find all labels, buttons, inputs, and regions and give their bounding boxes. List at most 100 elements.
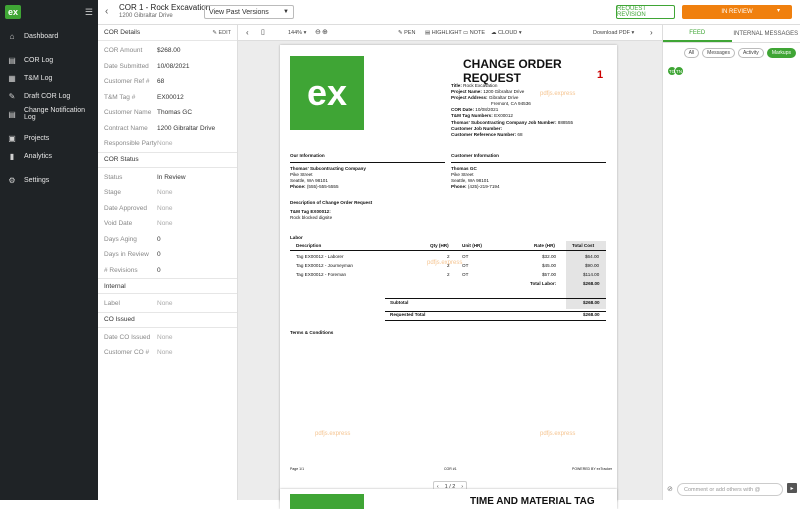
cell: OT — [462, 254, 468, 260]
tab-internal-messages[interactable]: INTERNAL MESSAGES — [732, 25, 800, 42]
cell: 2 — [447, 263, 450, 269]
filter-messages[interactable]: Messages — [702, 48, 735, 58]
sidebar-item-label: Analytics — [24, 153, 52, 160]
info-value: 68 — [517, 132, 522, 137]
filter-all[interactable]: All — [684, 48, 700, 58]
col-header: Description — [296, 243, 321, 248]
cell: Tag EX00012 - Journeyman — [296, 263, 353, 269]
zoom-level[interactable]: 144% ▾ — [288, 30, 306, 36]
status-button[interactable]: IN REVIEW▾ — [682, 5, 792, 19]
sidebar-item-label: Projects — [24, 135, 49, 142]
versions-select[interactable]: View Past Versions▼ — [204, 5, 294, 19]
label-text: Total Labor: — [530, 281, 556, 286]
watermark: pdfjs.express — [540, 431, 575, 437]
sidebar-item-cor-log[interactable]: ▤COR Log — [0, 52, 98, 68]
list-icon: ▦ — [8, 74, 16, 82]
section-title: COR Status — [104, 156, 139, 163]
our-address: Thomas' Subcontracting Company Pike Stre… — [290, 166, 366, 190]
sidebar-item-draft-cor-log[interactable]: ✎Draft COR Log — [0, 88, 98, 104]
top-bar: ‹ COR 1 - Rock Excavation 1200 Gibraltar… — [98, 0, 800, 25]
cor-details-header: COR Details✎ EDIT — [98, 25, 237, 41]
chevron-down-icon: ▾ — [777, 7, 780, 14]
cell: $114.00 — [583, 272, 599, 278]
sidebar-item-projects[interactable]: ▣Projects — [0, 130, 98, 146]
description-title: Description of Change Order Request — [290, 200, 372, 205]
our-info-heading: Our Information — [290, 153, 325, 159]
tag-title: T&M Tag EX00012: — [290, 209, 331, 214]
col-header: Qty (HR) — [430, 243, 449, 249]
detail-row: Days Aging0 — [98, 232, 237, 248]
col-header: Rate (HR) — [534, 243, 555, 249]
sidebar-item-label: Draft COR Log — [24, 93, 70, 100]
watermark: pdfjs.express — [427, 260, 462, 266]
detail-row: Date Submitted10/08/2021 — [98, 59, 237, 75]
cell: OT — [462, 272, 468, 278]
cell: OT — [462, 263, 468, 269]
page-footer-left: Page 1/1 — [290, 466, 304, 472]
pdf-viewer: ‹ ▯ 144% ▾ ⊖ ⊕ ✎ PEN ▤ HIGHLIGHT ▭ NOTE … — [238, 25, 662, 500]
note-tool[interactable]: ▭ NOTE — [463, 30, 485, 36]
edit-button[interactable]: ✎ EDIT — [212, 30, 231, 36]
cell: Tag EX00012 - Foreman — [296, 272, 346, 278]
info-value: 1200 Gibraltar Drive — [483, 89, 524, 94]
sidebar-item-dashboard[interactable]: ⌂Dashboard — [0, 28, 98, 44]
section-title: Internal — [104, 283, 126, 290]
table-row: Tag EX00012 - Laborer — [296, 254, 344, 260]
detail-value: 0 — [157, 251, 161, 258]
detail-value: 68 — [157, 78, 164, 85]
sidebar-item-label: Dashboard — [24, 33, 58, 40]
pen-tool[interactable]: ✎ PEN — [398, 30, 415, 36]
filter-markups[interactable]: Markups — [767, 48, 796, 58]
download-pdf-button[interactable]: Download PDF ▾ — [593, 30, 634, 36]
company-name: Thomas GC — [451, 166, 477, 171]
edit-label: EDIT — [218, 30, 231, 36]
sidebar-item-analytics[interactable]: ▮Analytics — [0, 148, 98, 164]
col-header-text: Qty (HR) — [430, 243, 449, 248]
filter-activity[interactable]: Activity — [738, 48, 764, 58]
detail-value: In Review — [157, 174, 186, 181]
attachment-icon[interactable]: ⊘ — [667, 485, 673, 493]
cloud-tool[interactable]: ☁ CLOUD ▾ — [491, 30, 522, 36]
chevron-left-icon[interactable]: ‹ — [246, 28, 249, 37]
value-text: $268.00 — [583, 281, 600, 286]
tab-feed[interactable]: FEED — [663, 25, 732, 42]
zoom-out-icon[interactable]: ⊖ — [315, 28, 321, 36]
cell: $45.00 — [542, 263, 556, 269]
chevron-right-icon[interactable]: › — [650, 28, 653, 37]
total-labor-value: $268.00 — [583, 281, 600, 287]
back-arrow-icon[interactable]: ‹ — [105, 6, 108, 17]
request-revision-button[interactable]: REQUEST REVISION — [616, 5, 675, 19]
app-logo[interactable]: ex — [5, 5, 21, 19]
comment-input[interactable]: Comment or add others with @ — [677, 483, 783, 496]
info-value: 10/08/2021 — [475, 107, 498, 112]
col-header: Total Cost — [572, 243, 594, 249]
cloud-label: CLOUD — [498, 30, 517, 36]
sidebar-item-tm-log[interactable]: ▦T&M Log — [0, 70, 98, 86]
info-value: Rock Excavation — [463, 83, 497, 88]
note-label: NOTE — [470, 30, 485, 36]
detail-label: # Revisions — [104, 267, 157, 274]
document-icon: ▤ — [8, 56, 16, 64]
heading-text: Our Information — [290, 153, 325, 158]
collapse-menu-icon[interactable]: ☰ — [85, 7, 93, 18]
detail-label: Date Approved — [104, 205, 157, 212]
send-icon[interactable]: ▸ — [787, 483, 797, 493]
value-text: $268.00 — [583, 300, 600, 305]
sidebar-item-settings[interactable]: ⚙Settings — [0, 172, 98, 188]
zoom-in-icon[interactable]: ⊕ — [322, 28, 328, 36]
cor-status-header: COR Status — [98, 152, 237, 168]
col-header-text: Total Cost — [572, 243, 594, 248]
section-title: CO Issued — [104, 316, 135, 323]
avatar[interactable]: TN — [674, 66, 684, 76]
detail-row: Customer Ref #68 — [98, 74, 237, 90]
cor-number: 1 — [597, 69, 603, 81]
detail-label: Customer Ref # — [104, 78, 157, 85]
sidebar-item-change-notification-log[interactable]: ▤Change Notification Log — [0, 106, 98, 122]
highlight-tool[interactable]: ▤ HIGHLIGHT — [425, 30, 462, 36]
col-header-text: Unit (HR) — [462, 243, 482, 248]
phone: (425)-219-7194 — [468, 184, 500, 189]
detail-value: None — [157, 140, 173, 147]
co-issued-header: CO Issued — [98, 312, 237, 328]
company-logo: ex — [290, 56, 364, 130]
sidebar-toggle-icon[interactable]: ▯ — [261, 28, 265, 36]
